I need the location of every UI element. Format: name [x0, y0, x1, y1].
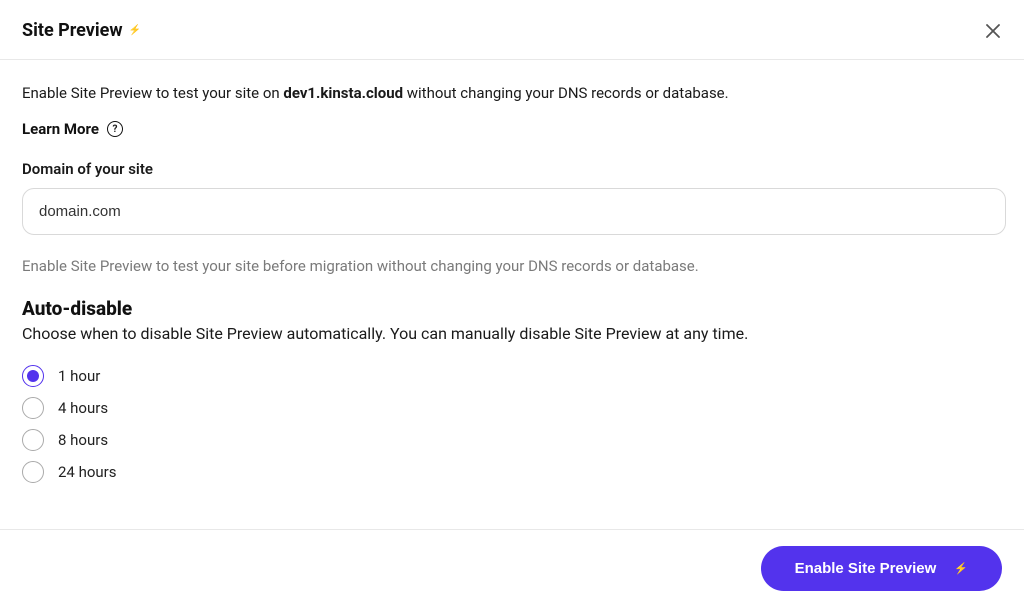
modal-content: Enable Site Preview to test your site on… [0, 60, 1024, 483]
lightning-icon: ⚡ [129, 26, 141, 36]
auto-disable-options: 1 hour 4 hours 8 hours 24 hours [22, 365, 1002, 483]
radio-icon [22, 429, 44, 451]
intro-text: Enable Site Preview to test your site on… [22, 84, 1002, 102]
intro-prefix: Enable Site Preview to test your site on [22, 84, 283, 102]
modal-title: Site Preview [22, 20, 123, 41]
radio-icon [22, 461, 44, 483]
radio-icon [22, 397, 44, 419]
domain-field-label: Domain of your site [22, 160, 1002, 178]
auto-disable-description: Choose when to disable Site Preview auto… [22, 324, 1002, 343]
domain-input[interactable] [22, 188, 1006, 235]
learn-more-link[interactable]: Learn More ? [22, 120, 1002, 138]
auto-disable-option[interactable]: 24 hours [22, 461, 1002, 483]
radio-label: 8 hours [58, 431, 108, 449]
auto-disable-title: Auto-disable [22, 297, 1002, 320]
intro-bold: dev1.kinsta.cloud [283, 84, 403, 102]
enable-site-preview-button[interactable]: Enable Site Preview ⚡ [761, 546, 1002, 591]
auto-disable-option[interactable]: 4 hours [22, 397, 1002, 419]
learn-more-label: Learn More [22, 120, 99, 138]
radio-label: 24 hours [58, 463, 117, 481]
radio-label: 1 hour [58, 367, 100, 385]
radio-icon [22, 365, 44, 387]
modal-header: Site Preview ⚡ [0, 0, 1024, 60]
help-icon: ? [107, 121, 123, 137]
header-title-wrap: Site Preview ⚡ [22, 20, 141, 41]
intro-suffix: without changing your DNS records or dat… [403, 84, 729, 102]
lightning-icon: ⚡ [954, 562, 968, 575]
modal-footer: Enable Site Preview ⚡ [0, 529, 1024, 607]
radio-label: 4 hours [58, 399, 108, 417]
auto-disable-option[interactable]: 1 hour [22, 365, 1002, 387]
helper-text: Enable Site Preview to test your site be… [22, 257, 1002, 275]
auto-disable-option[interactable]: 8 hours [22, 429, 1002, 451]
primary-button-label: Enable Site Preview [795, 560, 937, 577]
close-icon[interactable] [984, 22, 1002, 40]
